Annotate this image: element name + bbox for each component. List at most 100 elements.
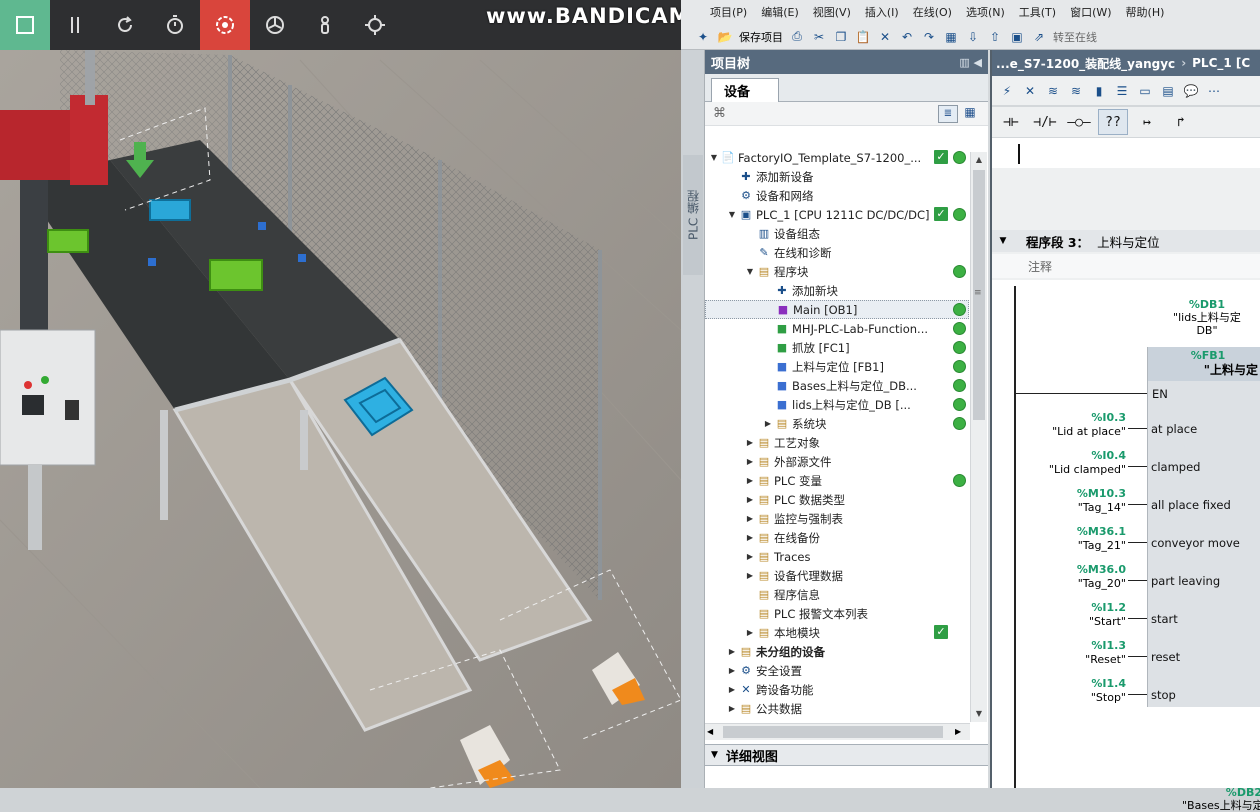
more-icon[interactable]: ⋯ bbox=[1205, 83, 1223, 99]
redo-icon[interactable]: ↷ bbox=[921, 29, 937, 45]
scroll-left-icon[interactable]: ◀ bbox=[707, 724, 713, 740]
save-project-button[interactable]: 保存项目 bbox=[739, 29, 783, 45]
expand-right-icon[interactable]: ▶ bbox=[745, 514, 755, 523]
expand-right-icon[interactable]: ▶ bbox=[745, 571, 755, 580]
ladder-instruction-button[interactable]: ↱ bbox=[1166, 109, 1196, 135]
expand-down-icon[interactable]: ▼ bbox=[727, 210, 737, 219]
ladder-instruction-button[interactable]: ?? bbox=[1098, 109, 1128, 135]
tree-item[interactable]: ■ MHJ-PLC-Lab-Function... bbox=[705, 319, 969, 338]
cut-icon[interactable]: ✂ bbox=[811, 29, 827, 45]
ladder-instruction-button[interactable]: –○– bbox=[1064, 109, 1094, 135]
download-icon[interactable]: ⇩ bbox=[965, 29, 981, 45]
monitor-icon[interactable]: ▮ bbox=[1090, 83, 1108, 99]
expand-right-icon[interactable]: ▶ bbox=[727, 685, 737, 694]
menu-item[interactable]: 窗口(W) bbox=[1063, 4, 1118, 20]
breadcrumb-project[interactable]: ...e_S7-1200_装配线_yangyc bbox=[996, 55, 1175, 72]
window-icon[interactable]: ▭ bbox=[1136, 83, 1154, 99]
expand-right-icon[interactable]: ▶ bbox=[745, 495, 755, 504]
new-project-icon[interactable]: ✦ bbox=[695, 29, 711, 45]
tree-item[interactable]: ▶ ⚙ 安全设置 bbox=[705, 661, 969, 680]
locate-button[interactable] bbox=[350, 0, 400, 50]
interface2-icon[interactable]: ≋ bbox=[1067, 83, 1085, 99]
interface-icon[interactable]: ≋ bbox=[1044, 83, 1062, 99]
expand-right-icon[interactable]: ▶ bbox=[727, 647, 737, 656]
network-title[interactable]: 上料与定位 bbox=[1097, 232, 1160, 251]
network-header[interactable]: ▼ 程序段 3： 上料与定位 bbox=[992, 230, 1260, 252]
reset-button[interactable] bbox=[100, 0, 150, 50]
expand-right-icon[interactable]: ▶ bbox=[745, 438, 755, 447]
delete-icon[interactable]: ✕ bbox=[877, 29, 893, 45]
tree-item[interactable]: ▶ ▤ PLC 变量 bbox=[705, 471, 969, 490]
tree-vertical-scrollbar[interactable]: ▲ ≡ ▼ bbox=[970, 152, 987, 722]
overview-icon[interactable]: ≣ bbox=[938, 105, 958, 123]
menu-item[interactable]: 项目(P) bbox=[703, 4, 754, 20]
parameter-operand[interactable]: %M36.1 "Tag_21" bbox=[1016, 525, 1126, 553]
factoryio-viewport[interactable]: www.BANDICAM.com bbox=[0, 0, 681, 788]
tree-item[interactable]: ■ 上料与定位 [FB1] bbox=[705, 357, 969, 376]
camera-record-button[interactable] bbox=[200, 0, 250, 50]
expand-right-icon[interactable]: ▶ bbox=[763, 419, 773, 428]
tree-item[interactable]: ▶ ▤ 外部源文件 bbox=[705, 452, 969, 471]
detail-view-header[interactable]: ▼ 详细视图 bbox=[705, 744, 988, 766]
tree-item[interactable]: ■ Bases上料与定位_DB... bbox=[705, 376, 969, 395]
tree-item[interactable]: ▶ ✕ 跨设备功能 bbox=[705, 680, 969, 699]
tree-item[interactable]: ⚙ 设备和网络 bbox=[705, 186, 969, 205]
chevron-down-icon[interactable]: ▼ bbox=[992, 236, 1014, 246]
comment-icon[interactable]: 💬 bbox=[1182, 83, 1200, 99]
tree-item[interactable]: ▼ 📄 FactoryIO_Template_S7-1200_... bbox=[705, 148, 969, 167]
menu-item[interactable]: 在线(O) bbox=[906, 4, 959, 20]
network-comment[interactable]: 注释 bbox=[992, 254, 1260, 278]
ladder-instruction-button[interactable]: ↦ bbox=[1132, 109, 1162, 135]
expand-right-icon[interactable]: ▶ bbox=[727, 666, 737, 675]
open-project-icon[interactable]: 📂 bbox=[717, 29, 733, 45]
parameter-operand[interactable]: %I1.3 "Reset" bbox=[1016, 639, 1126, 667]
tree-item[interactable]: ▶ ▤ 系统块 bbox=[705, 414, 969, 433]
parameter-operand[interactable]: %M10.3 "Tag_14" bbox=[1016, 487, 1126, 515]
tree-item[interactable]: ▶ ▤ 未分组的设备 bbox=[705, 642, 969, 661]
stop-square-button[interactable] bbox=[0, 0, 50, 50]
tree-item[interactable]: ✚ 添加新设备 bbox=[705, 167, 969, 186]
fan-button[interactable] bbox=[250, 0, 300, 50]
expand-right-icon[interactable]: ▶ bbox=[745, 457, 755, 466]
parameter-operand[interactable]: %I0.4 "Lid clamped" bbox=[1016, 449, 1126, 477]
ladder-instruction-button[interactable]: ⊣⊢ bbox=[996, 109, 1026, 135]
expand-right-icon[interactable]: ▶ bbox=[745, 476, 755, 485]
tree-item[interactable]: ▶ ▤ 在线备份 bbox=[705, 528, 969, 547]
pin-collapse-icon[interactable]: ▥ ◀ bbox=[959, 56, 982, 69]
tree-horizontal-scrollbar[interactable]: ◀ ▶ bbox=[705, 723, 970, 740]
menu-item[interactable]: 工具(T) bbox=[1012, 4, 1063, 20]
tree-item[interactable]: ✚ 添加新块 bbox=[705, 281, 969, 300]
tree-item[interactable]: ▶ ▤ 本地模块 bbox=[705, 623, 969, 642]
tree-item[interactable]: ■ 抓放 [FC1] bbox=[705, 338, 969, 357]
menu-item[interactable]: 选项(N) bbox=[959, 4, 1012, 20]
tree-item[interactable]: ▤ 程序信息 bbox=[705, 585, 969, 604]
tree-view-icon[interactable]: ▦ bbox=[960, 105, 980, 123]
paste-icon[interactable]: 📋 bbox=[855, 29, 871, 45]
person-button[interactable] bbox=[300, 0, 350, 50]
menu-item[interactable]: 帮助(H) bbox=[1119, 4, 1172, 20]
menu-item[interactable]: 插入(I) bbox=[858, 4, 906, 20]
breadcrumb-plc[interactable]: PLC_1 [C bbox=[1192, 56, 1250, 70]
tree-item[interactable]: ▤ PLC 报警文本列表 bbox=[705, 604, 969, 623]
upload-icon[interactable]: ⇧ bbox=[987, 29, 1003, 45]
scroll-down-icon[interactable]: ▼ bbox=[971, 706, 987, 722]
disconnect-icon[interactable]: ✕ bbox=[1021, 83, 1039, 99]
expand-down-icon[interactable]: ▼ bbox=[709, 153, 719, 162]
scroll-right-icon[interactable]: ▶ bbox=[955, 724, 961, 740]
tree-item[interactable]: ▶ ▤ Traces bbox=[705, 547, 969, 566]
print-icon[interactable]: ⎙ bbox=[789, 29, 805, 45]
tree-item[interactable]: ▶ ▤ 监控与强制表 bbox=[705, 509, 969, 528]
goto-online-icon[interactable]: ⇗ bbox=[1031, 29, 1047, 45]
tree-item[interactable]: ▶ ▤ 工艺对象 bbox=[705, 433, 969, 452]
connect-icon[interactable]: ⚡ bbox=[998, 83, 1016, 99]
menu-item[interactable]: 编辑(E) bbox=[754, 4, 806, 20]
pause-button[interactable] bbox=[50, 0, 100, 50]
simulation-icon[interactable]: ▣ bbox=[1009, 29, 1025, 45]
compile-icon[interactable]: ▦ bbox=[943, 29, 959, 45]
tree-item[interactable]: ■ Main [OB1] bbox=[705, 300, 969, 319]
tree-toolbar-icon[interactable]: ⌘ bbox=[713, 106, 726, 121]
ladder-instruction-button[interactable]: ⊣/⊢ bbox=[1030, 109, 1060, 135]
instance-db1[interactable]: %DB1 "lids上料与定 DB" bbox=[1152, 298, 1260, 337]
editor-insert-area[interactable] bbox=[992, 138, 1260, 168]
expand-right-icon[interactable]: ▶ bbox=[745, 628, 755, 637]
